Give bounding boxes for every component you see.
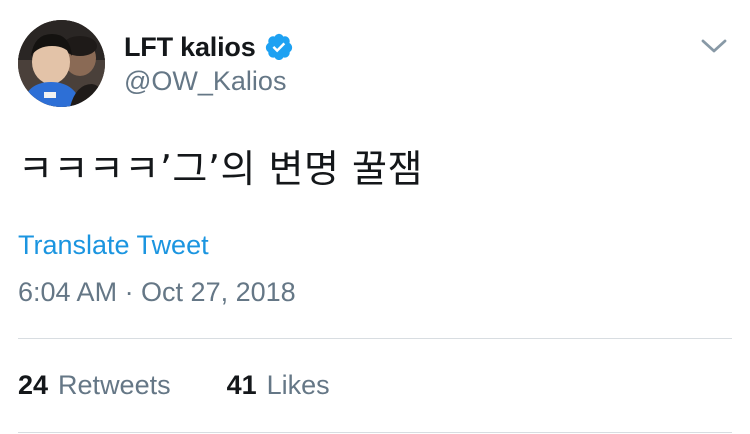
tweet-stats: 24 Retweets 41 Likes <box>18 370 386 401</box>
likes-label: Likes <box>266 370 330 400</box>
translate-tweet-link[interactable]: Translate Tweet <box>18 230 209 261</box>
retweets-label: Retweets <box>58 370 171 400</box>
retweets-stat[interactable]: 24 Retweets <box>18 370 171 401</box>
likes-stat[interactable]: 41 Likes <box>227 370 330 401</box>
user-handle[interactable]: @OW_Kalios <box>124 66 286 97</box>
tweet-card: LFT kalios @OW_Kalios ㅋㅋㅋㅋ’그’의 변명 꿀잼 Tra… <box>0 0 750 434</box>
tweet-timestamp[interactable]: 6:04 AM · Oct 27, 2018 <box>18 277 296 308</box>
likes-count: 41 <box>226 370 257 400</box>
chevron-down-icon[interactable] <box>698 34 730 58</box>
display-name[interactable]: LFT kalios <box>124 32 256 63</box>
retweets-count: 24 <box>18 370 49 400</box>
avatar[interactable] <box>18 20 105 107</box>
avatar-photo <box>18 20 105 107</box>
tweet-text: ㅋㅋㅋㅋ’그’의 변명 꿀잼 <box>18 147 423 191</box>
divider <box>18 432 732 433</box>
user-name-row[interactable]: LFT kalios <box>124 28 294 66</box>
verified-badge-icon <box>264 32 294 62</box>
divider <box>18 338 732 339</box>
